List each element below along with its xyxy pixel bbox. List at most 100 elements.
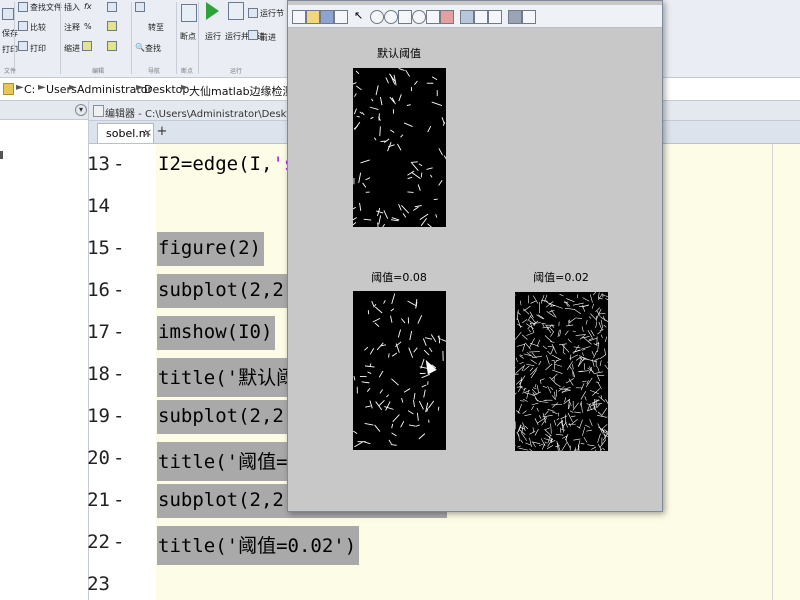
indent-icon[interactable] — [82, 41, 92, 51]
edge-stroke — [560, 427, 562, 433]
save-icon[interactable] — [320, 10, 334, 24]
run-and-advance-icon[interactable] — [228, 2, 244, 20]
find-button[interactable]: 查找 — [145, 43, 161, 54]
compare-icon — [18, 21, 28, 31]
tab-sobel[interactable]: sobel.m × — [97, 123, 154, 143]
right-margin-line — [772, 144, 773, 600]
edge-stroke — [435, 214, 438, 218]
edge-stroke — [603, 324, 607, 328]
rotate-icon[interactable] — [412, 10, 426, 24]
edge-stroke — [411, 162, 419, 171]
edge-stroke — [533, 295, 539, 304]
edge-stroke — [354, 441, 363, 448]
indent-button[interactable]: 缩进 — [64, 43, 80, 54]
save-button[interactable]: 保存 — [2, 28, 18, 39]
link-plot-icon[interactable] — [460, 10, 474, 24]
edge-stroke — [376, 210, 384, 214]
edge-stroke — [552, 411, 558, 415]
edge-stroke — [420, 172, 423, 178]
edge-stroke — [598, 312, 606, 314]
advance-icon — [248, 30, 258, 40]
run-button[interactable]: 运行 — [205, 31, 221, 42]
edge-stroke — [390, 315, 393, 323]
edge-stroke — [519, 427, 525, 430]
edge-stroke — [583, 363, 586, 371]
edge-stroke — [388, 353, 390, 358]
edge-stroke — [515, 331, 522, 341]
edge-stroke — [385, 401, 391, 411]
group-file: 文件 — [4, 68, 17, 75]
find-files-button[interactable]: 查找文件 — [30, 2, 62, 13]
colorbar-icon[interactable] — [474, 10, 488, 24]
smart-indent-icon[interactable] — [107, 41, 117, 51]
save-icon[interactable] — [2, 8, 14, 20]
subplot-image[interactable] — [515, 292, 608, 451]
breadcrumb-c-drive[interactable]: C: — [24, 83, 35, 96]
edge-stroke — [433, 198, 438, 201]
edge-stroke — [530, 359, 537, 364]
new-figure-icon[interactable] — [292, 10, 306, 24]
add-tab-button[interactable]: + — [155, 124, 169, 141]
percent-button[interactable]: % — [84, 22, 92, 31]
hide-plot-tools-icon[interactable] — [508, 10, 522, 24]
edge-stroke — [546, 355, 550, 365]
edge-stroke — [558, 343, 567, 346]
data-cursor-icon[interactable] — [426, 10, 440, 24]
print-menu[interactable]: 打印 — [2, 44, 18, 55]
edge-stroke — [515, 392, 517, 395]
edge-stroke — [588, 316, 592, 319]
edge-stroke — [378, 400, 385, 407]
subplot-image[interactable] — [353, 68, 446, 227]
run-and-advance-label[interactable]: 运行并前进 — [225, 31, 265, 42]
edge-stroke — [431, 101, 443, 107]
open-icon[interactable] — [306, 10, 320, 24]
run-section-button[interactable]: 运行节 — [260, 8, 284, 19]
zoom-out-icon[interactable] — [384, 10, 398, 24]
print-icon[interactable] — [334, 10, 348, 24]
edge-stroke — [604, 336, 608, 342]
arrow-pointer-icon[interactable]: ↖ — [354, 10, 366, 22]
advance-button[interactable]: 前进 — [260, 32, 276, 43]
insert-icon[interactable] — [107, 2, 117, 12]
fx-button[interactable]: fx — [84, 2, 92, 11]
edge-stroke — [567, 338, 572, 343]
run-icon[interactable] — [206, 2, 219, 20]
print-icon — [18, 41, 28, 51]
edge-stroke — [356, 115, 360, 118]
comment-button[interactable]: 注释 — [64, 22, 80, 33]
edge-stroke — [587, 444, 595, 447]
go-to-button[interactable]: 转至 — [148, 22, 164, 33]
breakpoints-button[interactable]: 断点 — [180, 31, 196, 42]
edge-stroke — [544, 410, 549, 416]
close-icon[interactable]: × — [143, 126, 152, 139]
tree-item-marker[interactable] — [0, 151, 3, 159]
panel-options-icon[interactable]: ▾ — [75, 104, 87, 116]
figure-toolbar: ↖ — [288, 5, 662, 28]
pan-icon[interactable] — [398, 10, 412, 24]
edge-stroke — [421, 384, 427, 388]
edge-stroke — [600, 448, 601, 451]
show-plot-tools-icon[interactable] — [522, 10, 536, 24]
edge-stroke — [407, 176, 413, 180]
insert-button[interactable]: 插入 — [64, 2, 80, 13]
subplot-title: 阈值=0.08 — [371, 271, 427, 284]
edge-stroke — [390, 444, 397, 446]
breakpoints-icon[interactable] — [181, 4, 197, 22]
compare-button[interactable]: 比较 — [30, 22, 46, 33]
edge-stroke — [604, 348, 606, 355]
zoom-in-icon[interactable] — [370, 10, 384, 24]
edge-stroke — [529, 437, 532, 447]
edge-stroke — [401, 397, 404, 403]
edge-stroke — [385, 77, 389, 84]
legend-icon[interactable] — [488, 10, 502, 24]
wrap-icon[interactable] — [107, 21, 117, 31]
breadcrumb-arrow-icon: ► — [181, 82, 189, 93]
figure-window[interactable]: ↖ 默认阈值 阈值=0.08 阈值=0.02 — [287, 0, 663, 512]
brush-icon[interactable] — [440, 10, 454, 24]
edge-stroke — [524, 414, 532, 416]
print-button[interactable]: 打印 — [30, 43, 46, 54]
edge-stroke — [589, 406, 592, 410]
edge-stroke — [542, 414, 553, 418]
edge-stroke — [573, 449, 576, 451]
edge-stroke — [361, 112, 365, 116]
